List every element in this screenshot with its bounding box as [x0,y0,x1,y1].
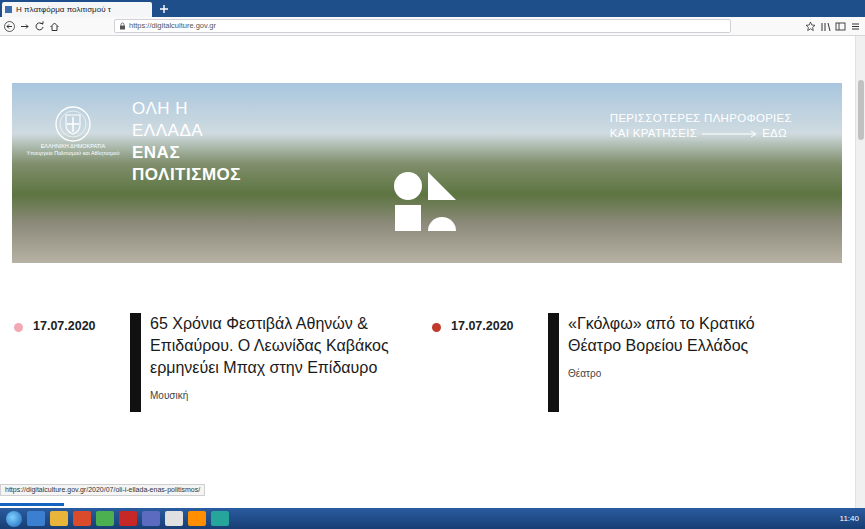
banner-title-line: ΕΝΑΣ [132,142,241,164]
cta-text[interactable]: ΚΑΙ ΚΡΑΤΗΣΕΙΣ [610,126,697,141]
address-bar[interactable]: https://digitalculture.gov.gr [114,19,731,33]
status-url: https://digitalculture.gov.gr/2020/07/ol… [0,484,205,496]
url-text[interactable]: https://digitalculture.gov.gr [129,20,216,32]
news-body[interactable]: «Γκόλφω» από το Κρατικό Θέατρο Βορείου Ε… [559,313,819,412]
new-tab-icon[interactable] [158,3,170,15]
news-date-column: 17.07.2020 [430,313,548,412]
lock-icon [119,22,126,31]
taskbar-app[interactable] [211,511,229,526]
forward-icon[interactable] [19,21,30,32]
logo-area [241,83,610,233]
hero-banner[interactable]: ΕΛΛΗΝΙΚΗ ΔΗΜΟΚΡΑΤΙΑΥπουργείο Πολιτισμού … [12,83,842,263]
news-date: 17.07.2020 [33,319,96,412]
library-icon[interactable] [820,21,831,32]
news-category[interactable]: Θέατρο [568,366,809,381]
greek-emblem-icon [54,105,92,143]
start-button[interactable] [6,511,22,527]
clock: 11:40 [840,514,859,524]
taskbar-app[interactable] [165,511,183,526]
taskbar-app[interactable] [119,511,137,526]
category-dot [432,323,441,332]
taskbar-app[interactable] [142,511,160,526]
cta-text[interactable]: ΠΕΡΙΣΣΟΤΕΡΕΣ ΠΛΗΡΟΦΟΡΙΕΣ [610,111,792,126]
cta-row[interactable]: ΚΑΙ ΚΡΑΤΗΣΕΙΣ ΕΔΩ [610,126,792,141]
emblem-text: Υπουργείο Πολιτισμού και Αθλητισμού [27,150,120,157]
banner-title-line: ΠΟΛΙΤΙΣΜΟΣ [132,164,241,186]
banner-title-line: ΕΛΛΑΔΑ [132,120,241,142]
sidebar-icon[interactable] [835,21,846,32]
taskbar-app[interactable] [96,511,114,526]
banner-cta[interactable]: ΠΕΡΙΣΣΟΤΕΡΕΣ ΠΛΗΡΟΦΟΡΙΕΣΚΑΙ ΚΡΑΤΗΣΕΙΣ ΕΔΩ [610,83,842,141]
tab-bar: Η πλατφόρμα πολιτισμού τ [0,0,865,17]
menu-icon[interactable] [850,21,861,32]
news-item[interactable]: 17.07.2020 «Γκόλφω» από το Κρατικό Θέατρο… [430,313,848,412]
reload-icon[interactable] [34,21,45,32]
web-page: ΕΛΛΗΝΙΚΗ ΔΗΜΟΚΡΑΤΙΑΥπουργείο Πολιτισμού … [0,36,865,508]
toolbar: https://digitalculture.gov.gr [0,17,865,36]
arrow-icon [701,130,758,138]
news-bar [548,313,559,412]
taskbar-app[interactable] [73,511,91,526]
taskbar-app[interactable] [188,511,206,526]
banner-title: ΟΛΗ ΗΕΛΛΑΔΑΕΝΑΣΠΟΛΙΤΙΣΜΟΣ [112,83,241,186]
emblem: ΕΛΛΗΝΙΚΗ ΔΗΜΟΚΡΑΤΙΑΥπουργείο Πολιτισμού … [12,83,112,157]
scrollbar-thumb[interactable] [858,80,864,140]
loading-track [0,503,400,506]
emblem-text: ΕΛΛΗΝΙΚΗ ΔΗΜΟΚΡΑΤΙΑ [41,143,106,150]
news-list: 17.07.2020 65 Χρόνια Φεστιβάλ Αθηνών & Επ… [12,313,842,412]
bookmark-icon[interactable] [805,21,816,32]
taskbar: 11:40 [0,508,865,529]
browser-tab[interactable]: Η πλατφόρμα πολιτισμού τ [2,2,152,17]
cta-link[interactable]: ΕΔΩ [762,126,787,141]
news-body[interactable]: 65 Χρόνια Φεστιβάλ Αθηνών & Επιδαύρου. Ο… [141,313,401,412]
news-date-column: 17.07.2020 [12,313,130,412]
scrollbar[interactable] [855,36,865,508]
news-title[interactable]: 65 Χρόνια Φεστιβάλ Αθηνών & Επιδαύρου. Ο… [150,313,391,379]
taskbar-app[interactable] [50,511,68,526]
page-content: ΕΛΛΗΝΙΚΗ ΔΗΜΟΚΡΑΤΙΑΥπουργείο Πολιτισμού … [0,36,855,508]
back-icon[interactable] [4,21,15,32]
culture-logo-icon [392,169,458,233]
news-date: 17.07.2020 [451,319,514,412]
category-dot [14,323,23,332]
taskbar-app[interactable] [27,511,45,526]
home-icon[interactable] [49,21,60,32]
banner-title-line: ΟΛΗ Η [132,98,241,120]
news-bar [130,313,141,412]
news-title[interactable]: «Γκόλφω» από το Κρατικό Θέατρο Βορείου Ε… [568,313,809,357]
news-item[interactable]: 17.07.2020 65 Χρόνια Φεστιβάλ Αθηνών & Επ… [12,313,430,412]
news-category[interactable]: Μουσική [150,388,391,403]
loading-fill [0,503,64,506]
